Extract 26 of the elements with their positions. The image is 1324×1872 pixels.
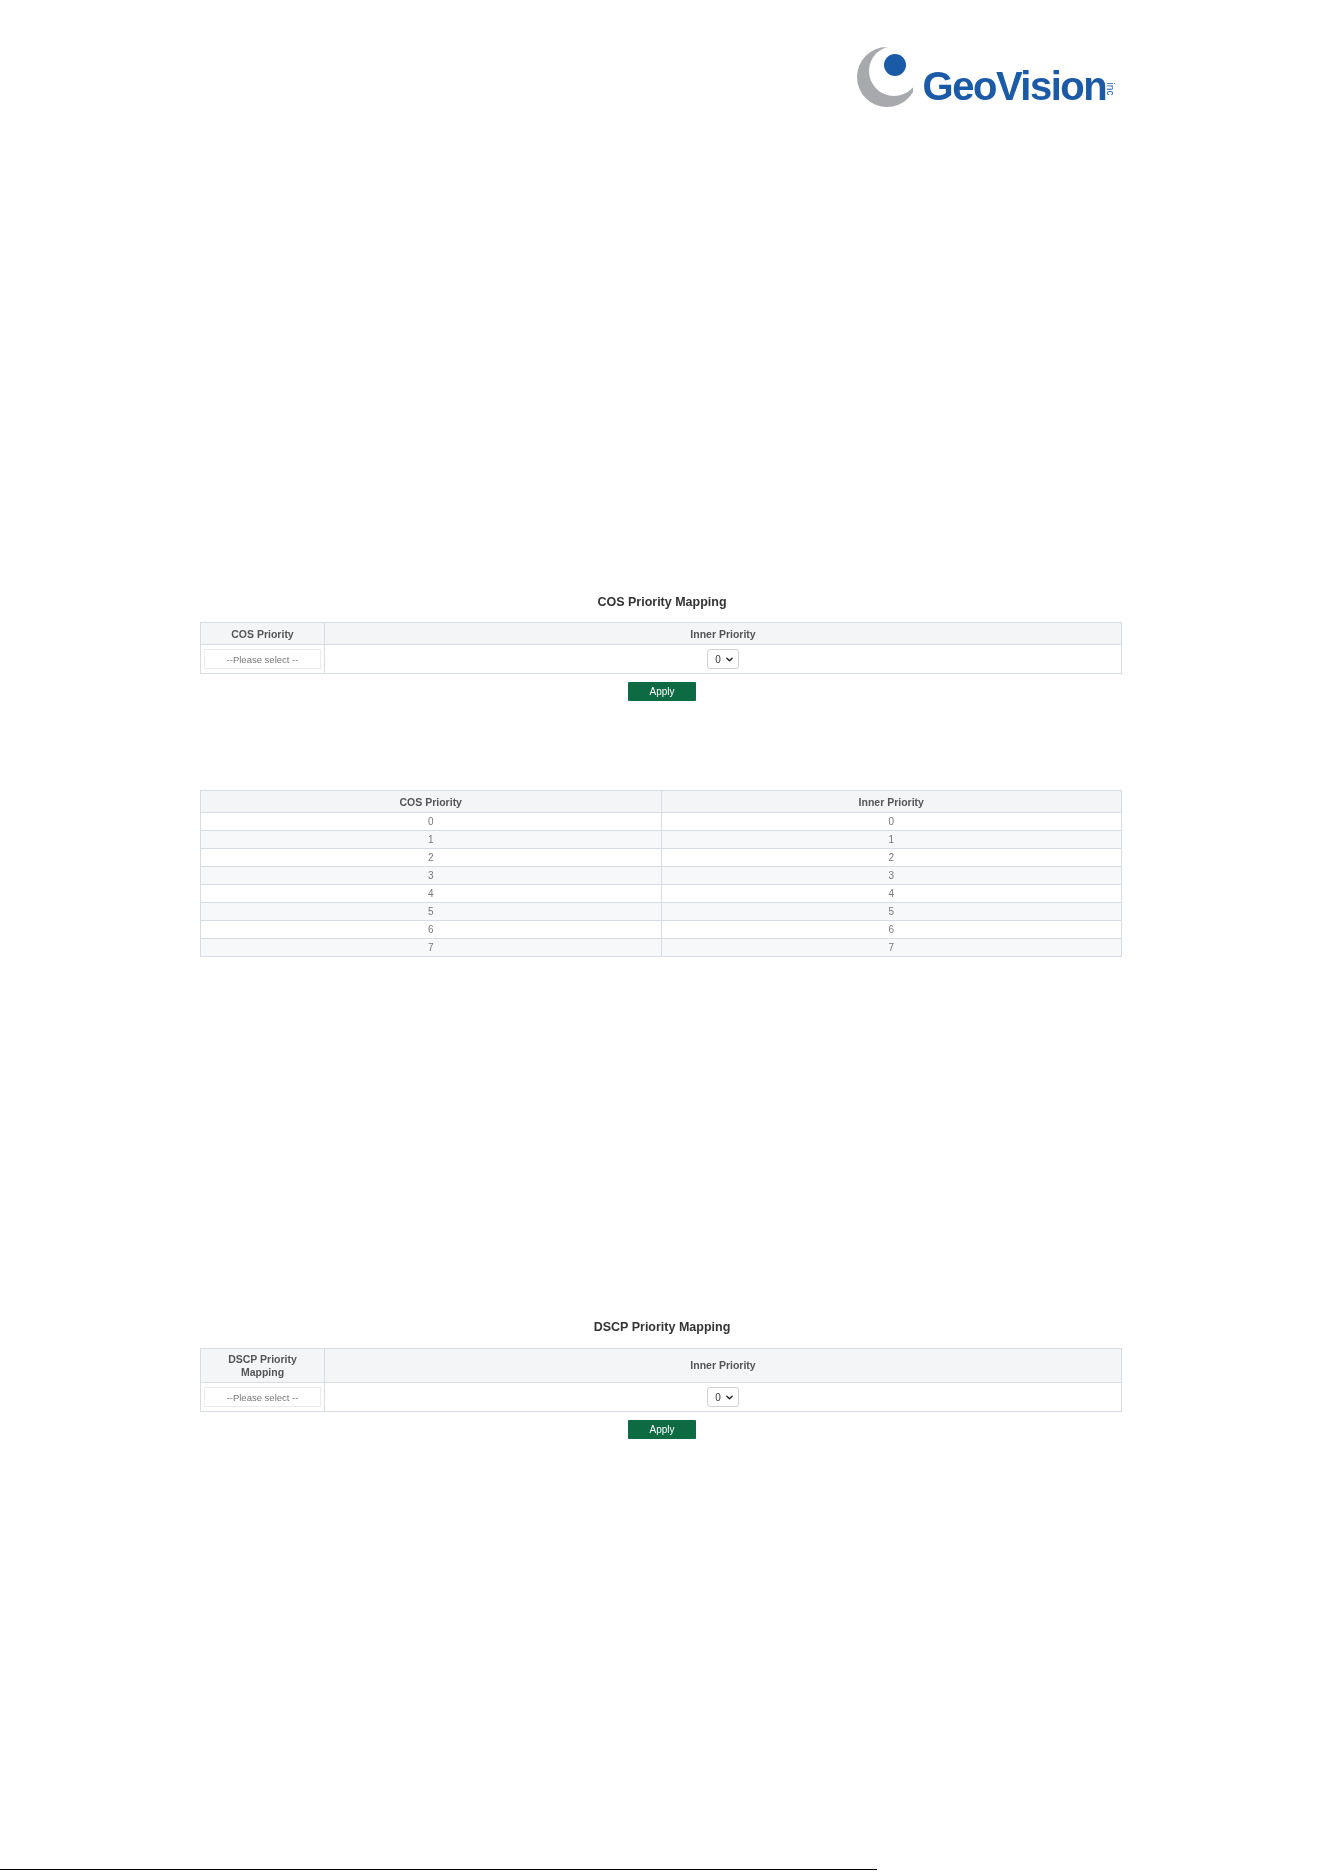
table-cell: 4 bbox=[200, 884, 661, 903]
column-header: DSCP Priority Mapping bbox=[200, 1348, 325, 1383]
table-cell: 6 bbox=[661, 920, 1122, 939]
column-header: Inner Priority bbox=[324, 1348, 1122, 1383]
section-title: DSCP Priority Mapping bbox=[593, 1319, 731, 1335]
priority-dropdown[interactable]: 0 bbox=[707, 1387, 739, 1407]
select-field[interactable]: --Please select -- bbox=[204, 1387, 321, 1407]
column-header: COS Priority bbox=[200, 622, 325, 645]
brand-name: GeoVision bbox=[922, 66, 1107, 106]
table-cell: 0 bbox=[200, 812, 661, 831]
column-header: Inner Priority bbox=[661, 790, 1122, 813]
table-cell: 6 bbox=[200, 920, 661, 939]
brand-suffix: inc bbox=[1105, 82, 1116, 96]
table-cell: 2 bbox=[200, 848, 661, 867]
chevron-down-icon bbox=[725, 1394, 733, 1400]
column-header: COS Priority bbox=[200, 790, 661, 813]
chevron-down-icon bbox=[725, 656, 733, 662]
column-header: Inner Priority bbox=[324, 622, 1122, 645]
priority-dropdown[interactable]: 0 bbox=[707, 649, 739, 669]
apply-button[interactable]: Apply bbox=[628, 1420, 696, 1439]
select-field[interactable]: --Please select -- bbox=[204, 649, 321, 669]
section-title: COS Priority Mapping bbox=[597, 594, 727, 610]
apply-button[interactable]: Apply bbox=[628, 682, 696, 701]
table-cell: 0 bbox=[661, 812, 1122, 831]
table-cell: 4 bbox=[661, 884, 1122, 903]
table-cell: 2 bbox=[661, 848, 1122, 867]
